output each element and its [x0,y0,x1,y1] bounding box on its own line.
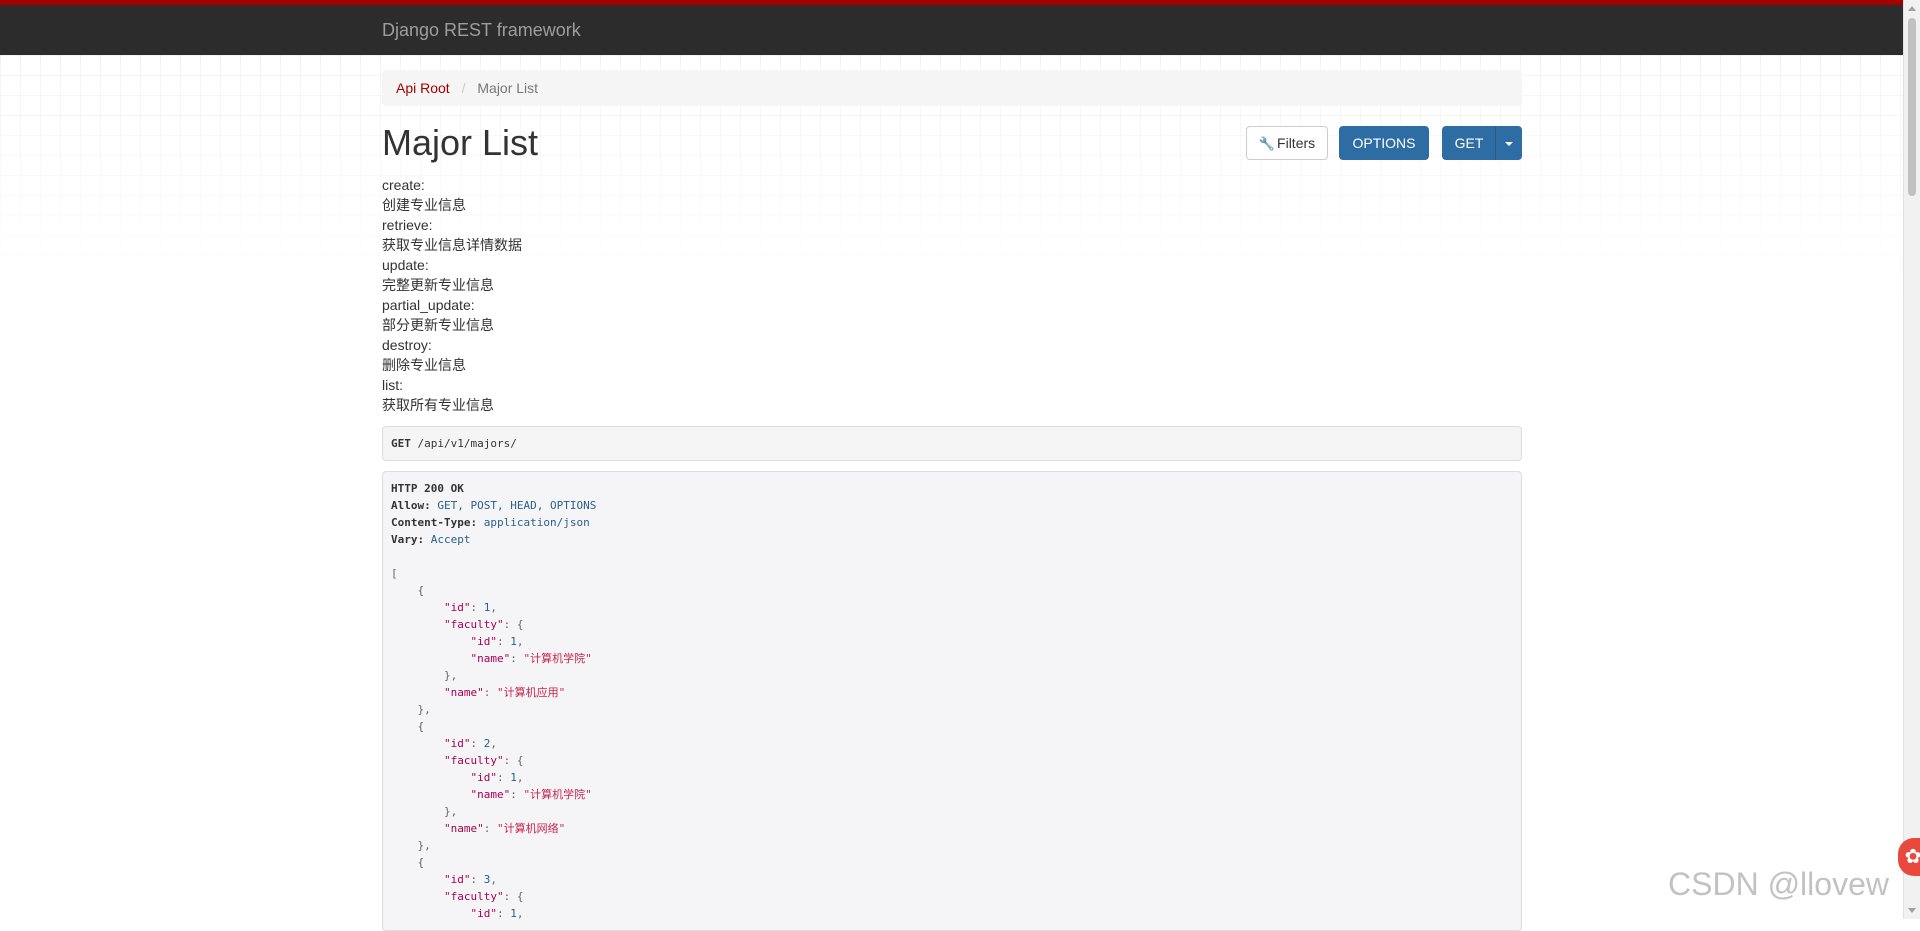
request-method: GET [391,437,411,450]
breadcrumb-current: Major List [477,80,539,96]
header-value: GET, POST, HEAD, OPTIONS [437,499,597,512]
description-line: 部分更新专业信息 [382,317,494,333]
breadcrumb: Api Root / Major List [382,70,1522,106]
json-string: 计算机学院 [530,788,586,801]
response-status: HTTP 200 OK [391,482,464,495]
filters-label: Filters [1277,135,1316,151]
json-number: 1 [510,907,517,920]
json-string: 计算机学院 [530,652,586,665]
wrench-icon: 🔧 [1258,136,1276,151]
description-line: update: [382,257,429,273]
description-line: list: [382,377,403,393]
description-line: partial_update: [382,297,475,313]
breadcrumb-separator: / [461,80,466,96]
navbar: Django REST framework [0,5,1920,55]
watermark: CSDN @llovew [1668,866,1889,902]
json-string: 计算机网络 [503,822,559,835]
options-button[interactable]: OPTIONS [1339,126,1429,160]
json-string: 计算机应用 [503,686,559,699]
json-number: 1 [510,635,517,648]
header-value: application/json [483,516,590,529]
filters-button[interactable]: 🔧 Filters [1246,126,1328,160]
header-value: Accept [430,533,471,546]
json-number: 1 [510,771,517,784]
scroll-down-arrow-icon[interactable] [1908,908,1916,913]
description-line: 创建专业信息 [382,197,466,213]
header-key: Content-Type [391,516,471,529]
json-body: [ { "id": 1, "faculty": { "id": 1, "name… [391,567,592,920]
get-format-dropdown-toggle[interactable] [1495,126,1522,160]
get-button[interactable]: GET [1442,126,1496,160]
scroll-up-arrow-icon[interactable] [1908,6,1916,11]
request-info: GET /api/v1/majors/ [382,426,1522,461]
description-line: 完整更新专业信息 [382,277,494,293]
endpoint-description: create: 创建专业信息 retrieve: 获取专业信息详情数据 upda… [382,175,1522,415]
description-line: destroy: [382,337,432,353]
vertical-scrollbar[interactable] [1903,0,1920,919]
breadcrumb-root-link[interactable]: Api Root [396,80,450,96]
response-info: HTTP 200 OK Allow: GET, POST, HEAD, OPTI… [382,471,1522,931]
description-line: 删除专业信息 [382,357,466,373]
description-line: 获取专业信息详情数据 [382,237,522,253]
header-key: Allow [391,499,425,512]
description-line: create: [382,177,425,193]
description-line: retrieve: [382,217,433,233]
floating-helper-icon[interactable]: ✿ [1898,838,1920,876]
navbar-brand[interactable]: Django REST framework [382,20,581,41]
caret-down-icon [1504,142,1513,147]
scrollbar-thumb[interactable] [1908,18,1916,196]
request-path: /api/v1/majors/ [417,437,517,450]
description-line: 获取所有专业信息 [382,397,494,413]
header-key: Vary [391,533,418,546]
